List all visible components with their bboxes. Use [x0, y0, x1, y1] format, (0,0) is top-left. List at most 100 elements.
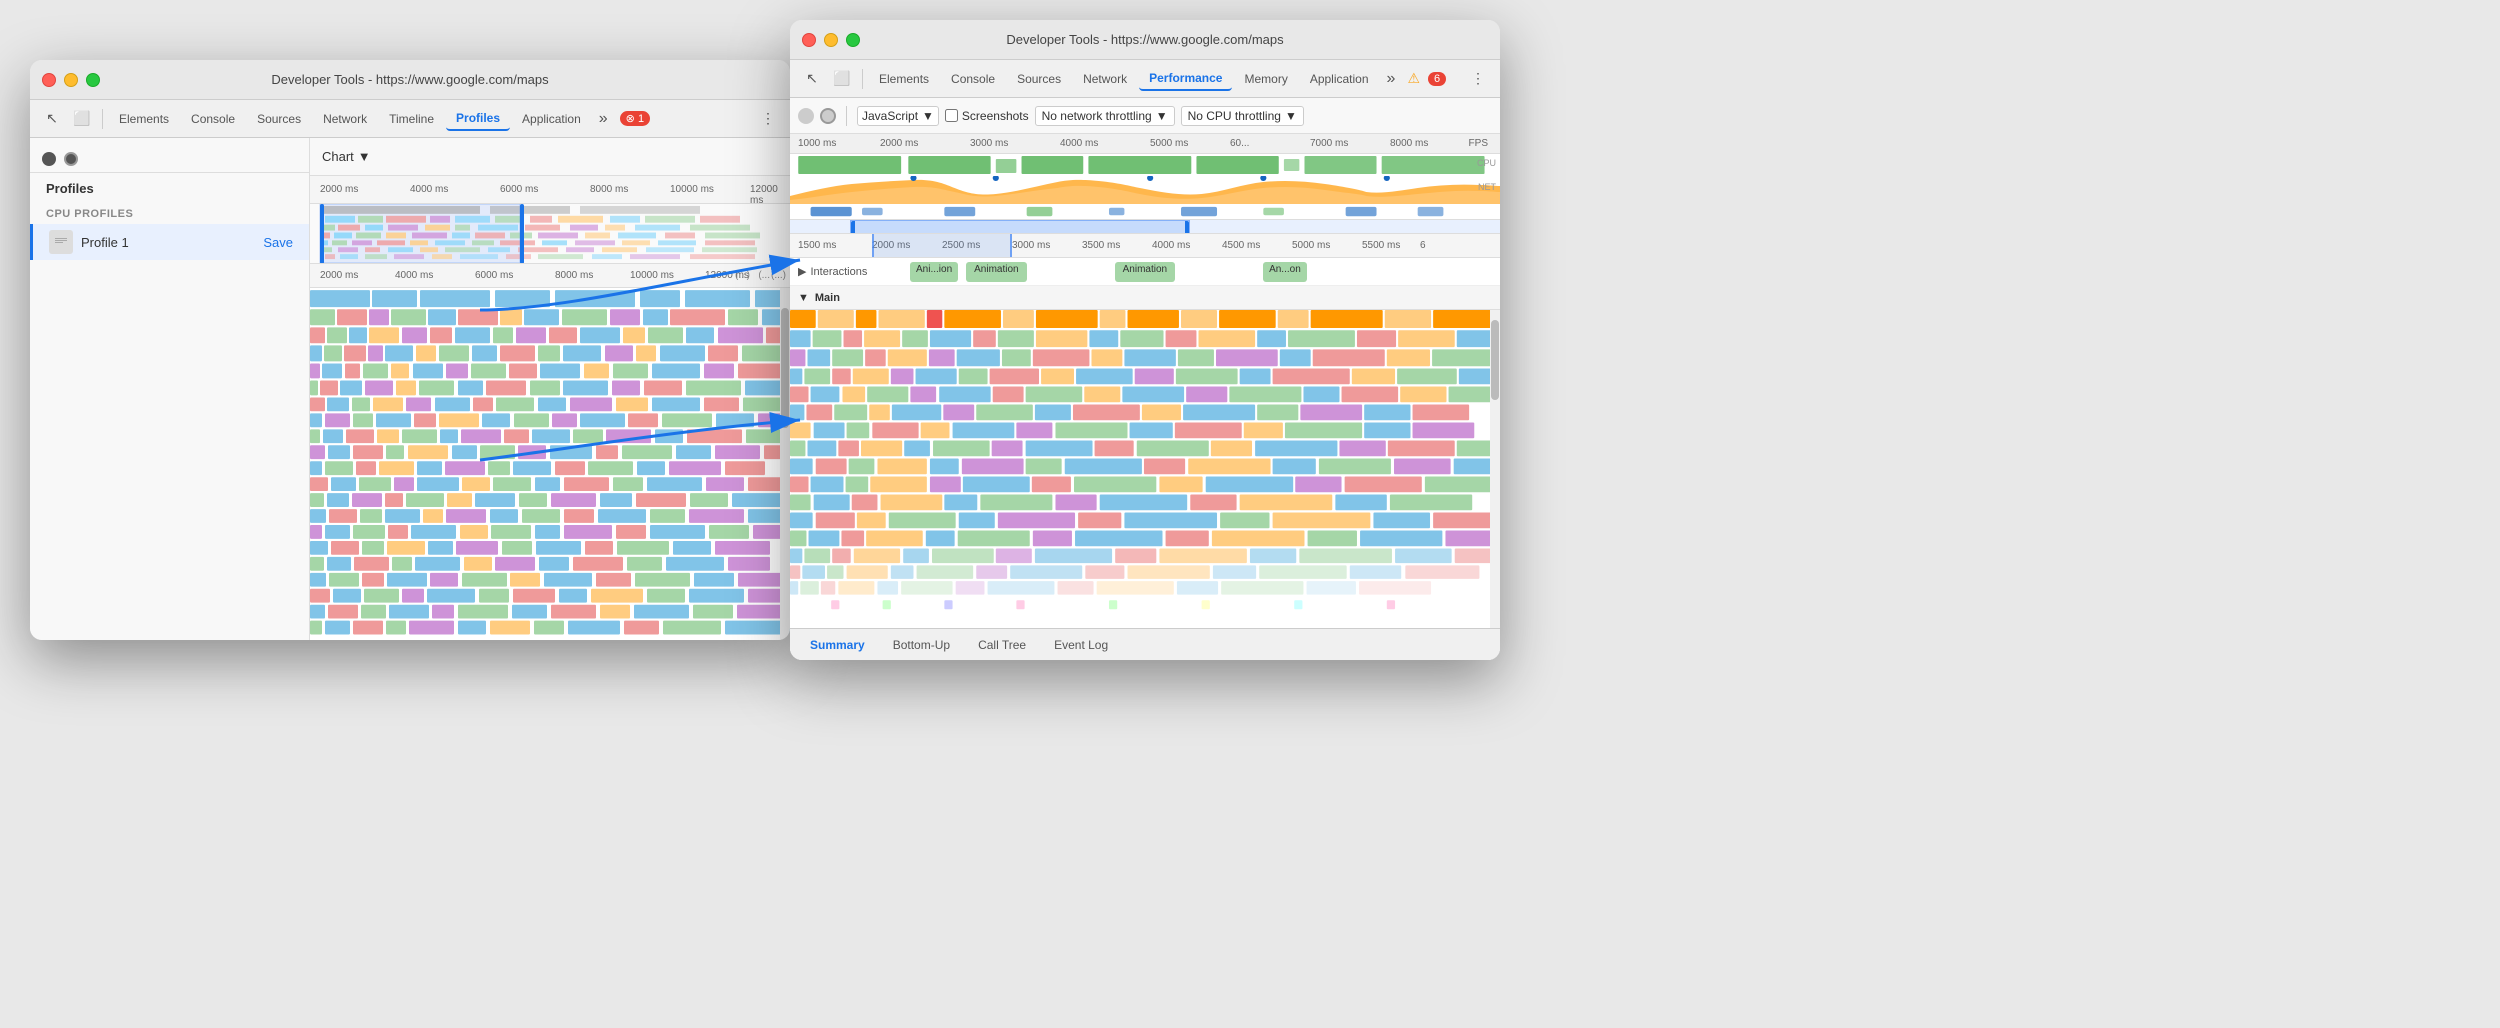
detail-tick-5500: 5500 ms: [1362, 240, 1400, 251]
record-button[interactable]: [798, 108, 814, 124]
tab-performance-right[interactable]: Performance: [1139, 67, 1232, 91]
maximize-button-left[interactable]: [86, 73, 100, 87]
cursor-icon-right[interactable]: ↖: [798, 65, 826, 93]
tab-profiles[interactable]: Profiles: [446, 107, 510, 131]
tab-sources[interactable]: Sources: [247, 108, 311, 130]
chart-select[interactable]: Chart ▼: [322, 149, 371, 164]
cursor-icon[interactable]: ↖: [38, 105, 66, 133]
overflow-icon-right[interactable]: »: [1381, 70, 1402, 88]
screenshots-label: Screenshots: [962, 109, 1029, 123]
anim-block-4: An...on: [1263, 262, 1307, 282]
warning-badge: ⚠ 6: [1407, 70, 1446, 87]
main-scrollbar-track[interactable]: [1490, 310, 1500, 660]
flame-scrollbar-track[interactable]: [780, 288, 790, 640]
tick-2000: 2000 ms: [880, 138, 918, 149]
main-toggle-icon[interactable]: ▼: [798, 292, 809, 304]
minimize-button-right[interactable]: [824, 33, 838, 47]
chart-dropdown-icon: ▼: [358, 149, 371, 164]
tab-call-tree[interactable]: Call Tree: [966, 634, 1038, 656]
traffic-lights-right: [802, 33, 860, 47]
net-label: NET: [1478, 182, 1496, 192]
detail-tick-4500: 4500 ms: [1222, 240, 1260, 251]
tab-event-log[interactable]: Event Log: [1042, 634, 1120, 656]
tab-console-right[interactable]: Console: [941, 68, 1005, 90]
tab-memory-right[interactable]: Memory: [1234, 68, 1297, 90]
detail-tick-3500: 3500 ms: [1082, 240, 1120, 251]
main-flame-chart[interactable]: [790, 310, 1500, 660]
minimap[interactable]: [310, 204, 790, 264]
selection-handle-left[interactable]: [320, 204, 324, 264]
right-toolbar: ↖ ⬜ Elements Console Sources Network Per…: [790, 60, 1500, 98]
tab-sources-right[interactable]: Sources: [1007, 68, 1071, 90]
toolbar-separator-1: [102, 109, 103, 129]
close-button-right[interactable]: [802, 33, 816, 47]
ruler-tick2-4: 8000 ms: [555, 270, 593, 281]
tab-console[interactable]: Console: [181, 108, 245, 130]
ellipsis-2: (...: [758, 270, 770, 281]
ellipsis-1: (...): [735, 270, 750, 281]
fps-label: FPS: [1469, 138, 1488, 149]
main-label: Main: [815, 292, 840, 304]
tab-bottom-up[interactable]: Bottom-Up: [881, 634, 962, 656]
device-icon[interactable]: ⬜: [68, 105, 96, 133]
network-throttle-label: No network throttling: [1042, 109, 1152, 123]
tab-network[interactable]: Network: [313, 108, 377, 130]
right-devtools-window: Developer Tools - https://www.google.com…: [790, 20, 1500, 660]
anim-block-1: Ani...ion: [910, 262, 958, 282]
interactions-toggle[interactable]: ▶ Interactions: [798, 265, 867, 278]
tab-elements-right[interactable]: Elements: [869, 68, 939, 90]
profile-save-link[interactable]: Save: [263, 235, 293, 250]
ruler-tick-6: 12000 ms: [750, 184, 790, 204]
tab-summary[interactable]: Summary: [798, 634, 877, 656]
viewport-selection[interactable]: [850, 220, 1190, 234]
ruler-tick2-1: 2000 ms: [320, 270, 358, 281]
more-icon-right[interactable]: ⋮: [1464, 65, 1492, 93]
screenshots-checkbox[interactable]: Screenshots: [945, 109, 1029, 123]
network-throttle-select[interactable]: No network throttling ▼: [1035, 106, 1175, 126]
selection-handle-right[interactable]: [520, 204, 524, 264]
minimize-button-left[interactable]: [64, 73, 78, 87]
flame-scrollbar-thumb[interactable]: [781, 308, 789, 428]
tab-application[interactable]: Application: [512, 108, 591, 130]
ruler-tick-3: 6000 ms: [500, 184, 538, 195]
left-devtools-window: Developer Tools - https://www.google.com…: [30, 60, 790, 640]
more-icon[interactable]: ⋮: [754, 105, 782, 133]
triangle-right-icon: ▶: [798, 265, 806, 278]
device-icon-right[interactable]: ⬜: [828, 65, 856, 93]
ellipsis-3: (...): [771, 270, 786, 281]
tick-8000: 8000 ms: [1390, 138, 1428, 149]
flame-chart-main[interactable]: [310, 288, 790, 640]
tab-application-right[interactable]: Application: [1300, 68, 1379, 90]
tab-timeline[interactable]: Timeline: [379, 108, 444, 130]
left-sidebar: Profiles CPU PROFILES Profile 1 Save: [30, 138, 310, 640]
left-content-area: Profiles CPU PROFILES Profile 1 Save: [30, 138, 790, 640]
cpu-throttle-select[interactable]: No CPU throttling ▼: [1181, 106, 1304, 126]
record-btn-left[interactable]: [42, 152, 56, 166]
stop-btn-left[interactable]: [64, 152, 78, 166]
viewport-left-handle[interactable]: [851, 221, 855, 234]
timeline-overview: 1000 ms 2000 ms 3000 ms 4000 ms 5000 ms …: [790, 134, 1500, 234]
detail-tick-5000: 5000 ms: [1292, 240, 1330, 251]
overflow-icon[interactable]: »: [593, 110, 614, 128]
cpu-profiles-label: CPU PROFILES: [30, 204, 309, 224]
tab-elements[interactable]: Elements: [109, 108, 179, 130]
tick-7000: 7000 ms: [1310, 138, 1348, 149]
animation-blocks: Ani...ion Animation Animation An...on: [910, 262, 1307, 282]
js-profiling-select[interactable]: JavaScript ▼: [857, 106, 939, 126]
ruler-tick-4: 8000 ms: [590, 184, 628, 195]
time-ruler-overview: 1000 ms 2000 ms 3000 ms 4000 ms 5000 ms …: [790, 134, 1500, 154]
stop-button[interactable]: [820, 108, 836, 124]
chart-toolbar: Chart ▼: [310, 138, 790, 176]
cpu-throttle-label: No CPU throttling: [1188, 109, 1281, 123]
tick-5000: 5000 ms: [1150, 138, 1188, 149]
main-scrollbar-thumb[interactable]: [1491, 320, 1499, 400]
viewport-right-handle[interactable]: [1185, 221, 1189, 234]
maximize-button-right[interactable]: [846, 33, 860, 47]
screenshots-check[interactable]: [945, 109, 958, 122]
close-button-left[interactable]: [42, 73, 56, 87]
perf-controls: JavaScript ▼ Screenshots No network thro…: [790, 98, 1500, 134]
tab-network-right[interactable]: Network: [1073, 68, 1137, 90]
right-titlebar: Developer Tools - https://www.google.com…: [790, 20, 1500, 60]
viewport-indicator[interactable]: [790, 220, 1500, 234]
profile-item-1[interactable]: Profile 1 Save: [30, 224, 309, 260]
